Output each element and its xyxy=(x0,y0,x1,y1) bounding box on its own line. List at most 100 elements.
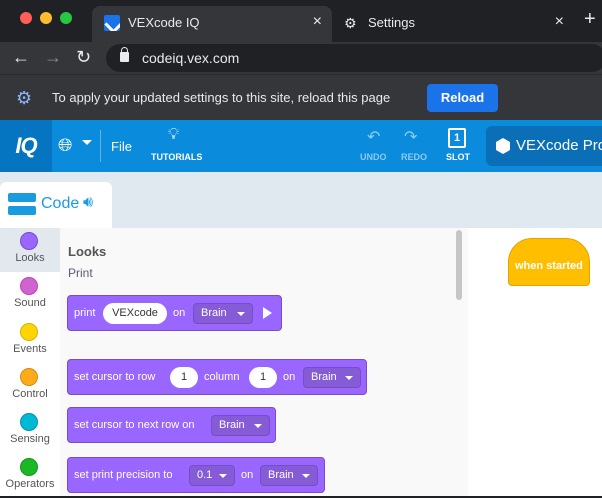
minimize-window-button[interactable] xyxy=(40,12,52,24)
tutorials-button[interactable]: TUTORIALS xyxy=(151,152,202,162)
category-label: Looks xyxy=(15,252,45,264)
chevron-down-icon xyxy=(219,474,227,478)
lightbulb-icon[interactable]: 💡︎ xyxy=(168,126,179,144)
category-sensing[interactable]: Sensing xyxy=(0,409,60,453)
category-looks[interactable]: Looks xyxy=(0,228,60,272)
slot-icon[interactable]: 1 xyxy=(448,128,466,148)
block-text: set cursor to row xyxy=(74,371,156,383)
dropdown-value: Brain xyxy=(201,307,227,319)
category-label: Control xyxy=(12,388,48,400)
workspace: Code 🔊︎ Looks Sound Events Control Sensi… xyxy=(0,172,602,496)
play-icon[interactable] xyxy=(263,307,272,319)
category-dot xyxy=(20,232,38,250)
zoom-window-button[interactable] xyxy=(60,12,72,24)
category-dot xyxy=(20,277,38,295)
lock-icon[interactable] xyxy=(120,47,129,62)
print-block[interactable]: print VEXcode on Brain xyxy=(67,295,282,331)
palette-heading: Looks xyxy=(68,244,107,259)
block-text: set print precision to xyxy=(74,469,173,481)
category-control[interactable]: Control xyxy=(0,364,60,408)
print-value-input[interactable]: VEXcode xyxy=(103,303,167,324)
category-dot xyxy=(20,458,38,476)
chevron-down-icon[interactable] xyxy=(82,140,92,145)
category-dot xyxy=(20,413,38,431)
undo-icon[interactable]: ↶ xyxy=(367,127,380,147)
new-tab-button[interactable]: + xyxy=(584,8,596,31)
palette-scrollbar[interactable] xyxy=(456,230,462,300)
chevron-down-icon xyxy=(345,376,353,380)
precision-dropdown[interactable]: 0.1 xyxy=(189,465,235,486)
tab-close-icon[interactable]: × xyxy=(555,13,564,31)
block-text: on xyxy=(283,371,296,383)
category-operators[interactable]: Operators xyxy=(0,454,60,498)
app-header: IQ 🌐︎ File 💡︎ TUTORIALS ↶ UNDO ↷ REDO 1 … xyxy=(0,120,602,172)
browser-tab-settings[interactable]: ⚙ Settings × xyxy=(340,6,580,40)
reload-icon[interactable]: ↻ xyxy=(76,47,91,68)
forward-arrow-icon[interactable]: → xyxy=(44,47,62,68)
block-palette: Looks Print print VEXcode on Brain set c… xyxy=(60,228,468,496)
set-print-precision-block[interactable]: set print precision to 0.1 on Brain xyxy=(67,457,325,493)
divider xyxy=(100,130,101,162)
category-dot xyxy=(20,368,38,386)
dropdown-value: 0.1 xyxy=(197,469,213,481)
when-started-block[interactable]: when started xyxy=(508,238,590,286)
hexagon-icon xyxy=(496,138,510,154)
dropdown-value: Brain xyxy=(219,419,245,431)
column-input[interactable]: 1 xyxy=(249,367,277,388)
vex-favicon-icon xyxy=(104,15,120,31)
project-name-button[interactable]: VEXcode Pro xyxy=(486,126,602,166)
code-blocks-icon xyxy=(8,193,36,215)
undo-button[interactable]: UNDO xyxy=(360,152,387,162)
browser-tab-vexcode[interactable]: VEXcode IQ × xyxy=(92,6,332,42)
block-text: on xyxy=(173,307,186,319)
slot-button[interactable]: SLOT xyxy=(446,152,470,162)
set-cursor-row-block[interactable]: set cursor to row 1 column 1 on Brain xyxy=(67,359,367,395)
code-tab-label: Code xyxy=(41,195,80,212)
palette-subheading: Print xyxy=(68,266,93,280)
gear-icon: ⚙ xyxy=(16,88,33,108)
target-dropdown[interactable]: Brain xyxy=(211,415,270,436)
close-window-button[interactable] xyxy=(20,12,32,24)
back-arrow-icon[interactable]: ← xyxy=(12,47,30,68)
target-dropdown[interactable]: Brain xyxy=(260,465,318,486)
file-menu[interactable]: File xyxy=(111,139,132,154)
address-bar[interactable]: codeiq.vex.com xyxy=(106,44,602,72)
tab-title: VEXcode IQ xyxy=(128,15,200,30)
browser-toolbar: ← → ↻ codeiq.vex.com xyxy=(0,42,602,74)
category-label: Operators xyxy=(5,478,55,490)
set-cursor-next-row-block[interactable]: set cursor to next row on Brain xyxy=(67,407,276,443)
iq-logo[interactable]: IQ xyxy=(0,120,52,172)
redo-icon[interactable]: ↷ xyxy=(404,127,417,147)
infobar-message: To apply your updated settings to this s… xyxy=(52,90,391,105)
block-text: on xyxy=(241,469,254,481)
category-dot xyxy=(20,323,38,341)
hat-block-label: when started xyxy=(515,260,583,272)
tab-title: Settings xyxy=(368,15,415,30)
block-text: print xyxy=(74,307,96,319)
row-input[interactable]: 1 xyxy=(170,367,198,388)
target-dropdown[interactable]: Brain xyxy=(193,303,253,324)
url-text[interactable]: codeiq.vex.com xyxy=(142,50,239,66)
browser-tab-strip: VEXcode IQ × ⚙ Settings × + xyxy=(0,0,602,42)
settings-infobar: ⚙ To apply your updated settings to this… xyxy=(0,74,602,120)
globe-icon[interactable]: 🌐︎ xyxy=(58,135,72,156)
chevron-down-icon xyxy=(302,474,310,478)
code-tab[interactable]: Code 🔊︎ xyxy=(0,182,112,228)
chevron-down-icon xyxy=(237,312,245,316)
category-label: Sensing xyxy=(10,433,50,445)
project-name: VEXcode Pro xyxy=(516,137,602,154)
target-dropdown[interactable]: Brain xyxy=(303,367,361,388)
reload-button[interactable]: Reload xyxy=(427,84,498,112)
category-label: Events xyxy=(13,343,47,355)
block-text: column xyxy=(204,371,240,383)
code-canvas[interactable]: when started xyxy=(468,228,602,496)
tab-close-icon[interactable]: × xyxy=(313,13,322,31)
dropdown-value: Brain xyxy=(311,371,337,383)
redo-button[interactable]: REDO xyxy=(401,152,427,162)
speaker-icon[interactable]: 🔊︎ xyxy=(83,194,93,212)
category-sound[interactable]: Sound xyxy=(0,273,60,317)
settings-gear-icon: ⚙ xyxy=(344,15,357,31)
category-label: Sound xyxy=(14,297,46,309)
dropdown-value: Brain xyxy=(268,469,294,481)
category-events[interactable]: Events xyxy=(0,319,60,363)
